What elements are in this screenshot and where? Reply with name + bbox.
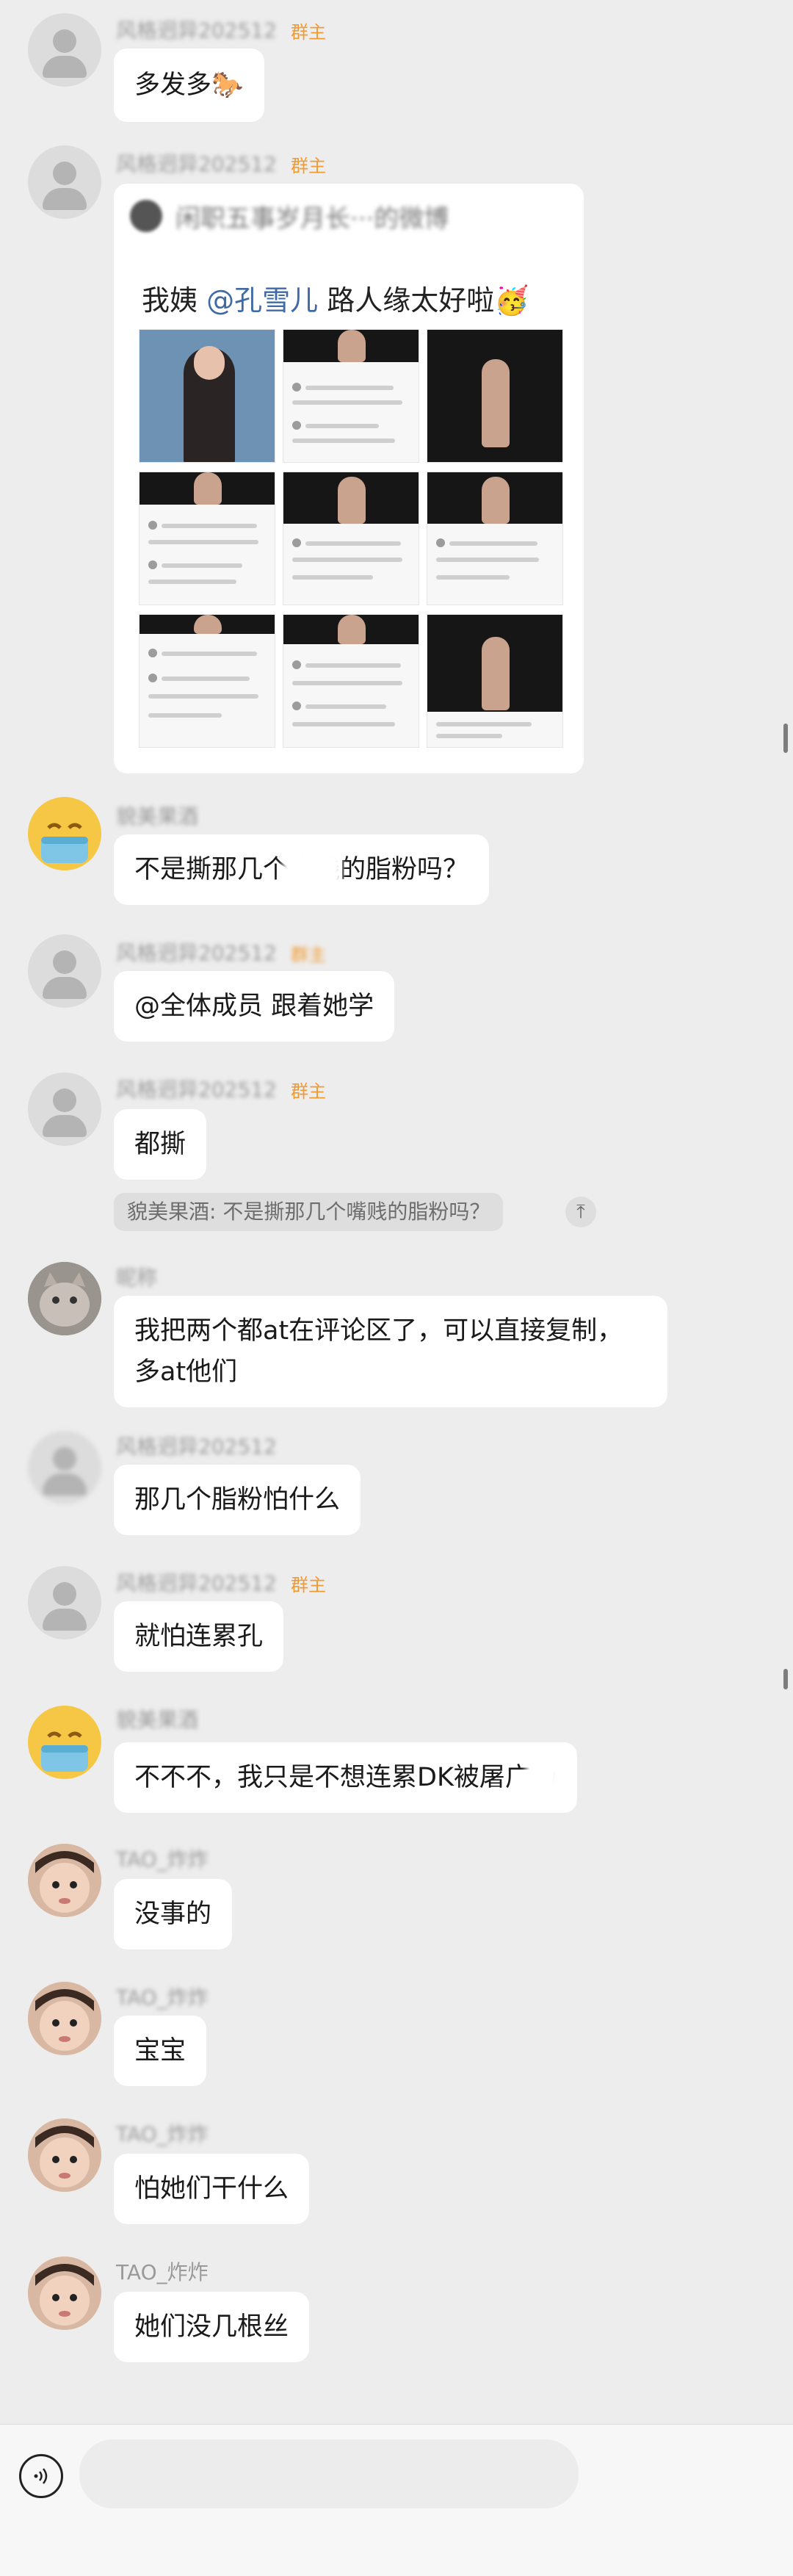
emoji-face-icon bbox=[29, 1707, 100, 1778]
voice-icon[interactable] bbox=[19, 2454, 63, 2498]
emoji-face-icon bbox=[29, 798, 100, 869]
message-bubble[interactable]: 我把两个都at在评论区了，可以直接复制，多at他们 bbox=[114, 1296, 667, 1407]
avatar[interactable] bbox=[28, 1844, 101, 1917]
sender-name: TAO_炸炸 bbox=[116, 1985, 209, 2010]
card-title-suffix: 路人缘太好啦🥳 bbox=[327, 284, 529, 317]
image-grid bbox=[139, 329, 563, 755]
sender-name: 风格迥异202512 bbox=[116, 18, 277, 43]
sender-name: 风格迥异202512 bbox=[116, 1435, 277, 1459]
cat-avatar-icon bbox=[28, 1262, 101, 1335]
message-bubble[interactable]: 她们没几根丝 bbox=[114, 2292, 310, 2362]
sender-name: TAO_炸炸 bbox=[116, 2260, 209, 2284]
card-avatar bbox=[130, 200, 162, 232]
message-bubble[interactable]: 那几个脂粉怕什么 bbox=[114, 1465, 361, 1535]
input-bar bbox=[0, 2424, 793, 2576]
image-thumbnail[interactable] bbox=[139, 329, 275, 463]
scrollbar-thumb[interactable] bbox=[783, 724, 788, 753]
avatar[interactable] bbox=[28, 2118, 101, 2192]
owner-badge: 群主 bbox=[291, 945, 326, 965]
sender-name: 风格迥异202512 bbox=[116, 1078, 277, 1102]
quoted-reply[interactable]: 貌美果酒: 不是撕那几个嘴贱的脂粉吗？ bbox=[114, 1193, 504, 1231]
baby-avatar-icon bbox=[28, 2118, 101, 2192]
scrollbar-thumb[interactable] bbox=[783, 1669, 788, 1689]
jump-to-quote-icon[interactable]: ⤒ bbox=[565, 1197, 596, 1227]
avatar[interactable] bbox=[28, 13, 101, 87]
weibo-share-card[interactable]: 闲职五事岁月长···的微博 我姨 @孔雪儿 路人缘太好啦🥳 bbox=[114, 184, 584, 773]
mention-link[interactable]: @孔雪儿 bbox=[206, 284, 318, 317]
owner-badge: 群主 bbox=[291, 1575, 326, 1595]
baby-avatar-icon bbox=[28, 2256, 101, 2330]
image-thumbnail[interactable] bbox=[139, 614, 275, 748]
image-thumbnail[interactable] bbox=[283, 472, 419, 605]
sender-name: 风格迥异202512 bbox=[116, 941, 277, 965]
message-bubble[interactable]: 多发多🐎 bbox=[114, 48, 264, 122]
message-bubble[interactable]: 就怕连累孔 bbox=[114, 1601, 284, 1672]
avatar[interactable] bbox=[28, 1072, 101, 1146]
message-bubble[interactable]: 宝宝 bbox=[114, 2016, 207, 2086]
baby-avatar-icon bbox=[28, 1982, 101, 2055]
avatar[interactable] bbox=[28, 797, 101, 870]
sender-name: 貌美果酒 bbox=[116, 1708, 199, 1732]
owner-badge: 群主 bbox=[291, 1081, 326, 1102]
message-bubble[interactable]: 没事的 bbox=[114, 1879, 233, 1949]
sender-name: TAO_炸炸 bbox=[116, 2122, 209, 2146]
sender-name: 貌美果酒 bbox=[116, 804, 199, 829]
image-thumbnail[interactable] bbox=[139, 472, 275, 605]
owner-badge: 群主 bbox=[291, 156, 326, 176]
baby-avatar-icon bbox=[28, 1844, 101, 1917]
image-thumbnail[interactable] bbox=[427, 472, 563, 605]
image-thumbnail[interactable] bbox=[283, 329, 419, 463]
image-thumbnail[interactable] bbox=[427, 614, 563, 748]
image-thumbnail[interactable] bbox=[283, 614, 419, 748]
avatar[interactable] bbox=[28, 934, 101, 1008]
avatar[interactable] bbox=[28, 1566, 101, 1639]
message-bubble[interactable]: 都撕 bbox=[114, 1109, 207, 1180]
sender-name: 风格迥异202512 bbox=[116, 152, 277, 176]
card-source: 闲职五事岁月长···的微博 bbox=[175, 204, 449, 234]
message-bubble[interactable]: 怕她们干什么 bbox=[114, 2154, 310, 2224]
owner-badge: 群主 bbox=[291, 22, 326, 43]
sender-name: TAO_炸炸 bbox=[116, 1847, 209, 1872]
image-thumbnail[interactable] bbox=[427, 329, 563, 463]
avatar[interactable] bbox=[28, 1262, 101, 1335]
avatar[interactable] bbox=[28, 1431, 101, 1504]
avatar[interactable] bbox=[28, 1982, 101, 2055]
message-bubble[interactable]: 不不不，我只是不想连累DK被屠广场 bbox=[114, 1742, 577, 1813]
avatar[interactable] bbox=[28, 145, 101, 219]
avatar[interactable] bbox=[28, 2256, 101, 2330]
sender-name: 昵称 bbox=[116, 1266, 158, 1290]
voice-waves-icon bbox=[34, 2468, 48, 2484]
avatar[interactable] bbox=[28, 1706, 101, 1779]
chat-message-list[interactable]: 风格迥异202512 群主 多发多🐎 风格迥异202512 群主 闲职五事岁月长… bbox=[0, 0, 793, 2424]
card-title: 我姨 @孔雪儿 路人缘太好啦🥳 bbox=[142, 278, 529, 318]
message-input[interactable] bbox=[79, 2439, 579, 2508]
message-bubble[interactable]: @全体成员 跟着她学 bbox=[114, 971, 395, 1042]
sender-name: 风格迥异202512 bbox=[116, 1571, 277, 1595]
card-title-prefix: 我姨 bbox=[142, 284, 198, 317]
